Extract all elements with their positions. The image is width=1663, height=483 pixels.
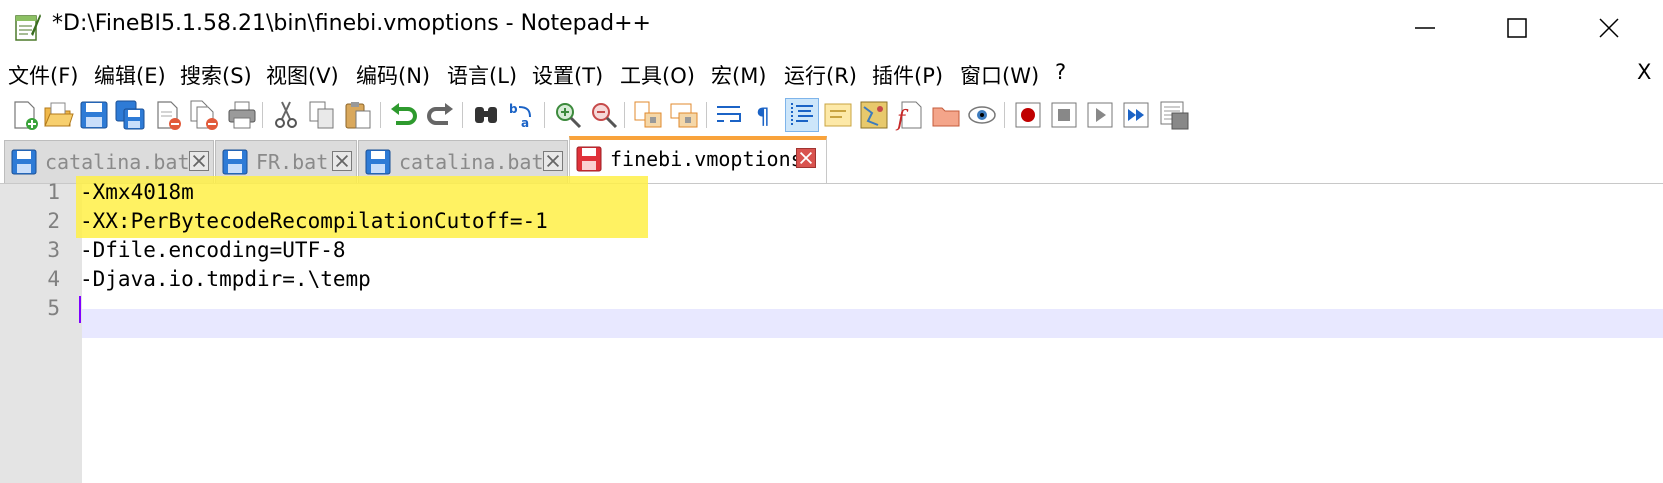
toolbar-separator: [624, 102, 625, 128]
tab-close-icon[interactable]: [332, 151, 352, 171]
code-line[interactable]: -Djava.io.tmpdir=.\temp: [80, 267, 371, 291]
code-line[interactable]: -Dfile.encoding=UTF-8: [80, 238, 346, 262]
close-document-button[interactable]: X: [1637, 60, 1651, 84]
indent-guide-icon[interactable]: [785, 98, 819, 132]
line-number: 5: [47, 296, 60, 320]
saved-document-icon: [222, 149, 248, 175]
sync-vertical-icon[interactable]: [632, 99, 664, 131]
saved-document-icon: [365, 149, 391, 175]
record-macro-icon[interactable]: [1012, 99, 1044, 131]
minimize-button[interactable]: [1379, 0, 1471, 56]
unsaved-document-icon: [576, 146, 602, 172]
close-window-button[interactable]: [1563, 0, 1655, 56]
save-all-icon[interactable]: [114, 99, 146, 131]
folder-as-workspace-icon[interactable]: [930, 99, 962, 131]
maximize-icon: [1507, 18, 1527, 38]
svg-text:¶: ¶: [756, 105, 770, 130]
menu-macro[interactable]: 宏(M): [711, 60, 767, 90]
word-wrap-icon[interactable]: [714, 99, 746, 131]
tab-label: catalina.bat: [399, 150, 544, 174]
menu-plugins[interactable]: 插件(P): [872, 60, 943, 90]
current-line-highlight: [82, 309, 1663, 338]
show-all-characters-icon[interactable]: ¶: [750, 99, 782, 131]
menu-view[interactable]: 视图(V): [266, 60, 339, 90]
tab-label: catalina.bat: [45, 150, 190, 174]
menu-bar: 文件(F) 编辑(E) 搜索(S) 视图(V) 编码(N) 语言(L) 设置(T…: [0, 56, 1663, 94]
menu-tools[interactable]: 工具(O): [620, 60, 695, 90]
maximize-button[interactable]: [1471, 0, 1563, 56]
svg-text:a: a: [521, 116, 529, 130]
minimize-icon: [1415, 27, 1435, 29]
toolbar-separator: [380, 102, 381, 128]
open-file-icon[interactable]: [42, 99, 74, 131]
print-icon[interactable]: [226, 99, 258, 131]
zoom-in-icon[interactable]: [552, 99, 584, 131]
line-number: 1: [47, 180, 60, 204]
play-macro-icon[interactable]: [1084, 99, 1116, 131]
new-file-icon[interactable]: [8, 99, 40, 131]
menu-edit[interactable]: 编辑(E): [94, 60, 166, 90]
menu-language[interactable]: 语言(L): [447, 60, 517, 90]
toolbar: b a ¶ f: [0, 94, 1663, 136]
copy-icon[interactable]: [306, 99, 338, 131]
sync-horizontal-icon[interactable]: [668, 99, 700, 131]
tab-label: finebi.vmoptions: [610, 147, 803, 171]
replace-icon[interactable]: b a: [506, 99, 538, 131]
menu-settings[interactable]: 设置(T): [532, 60, 603, 90]
function-list-icon[interactable]: f: [894, 99, 926, 131]
menu-run[interactable]: 运行(R): [784, 60, 857, 90]
find-icon[interactable]: [470, 99, 502, 131]
tab-label: FR.bat: [256, 150, 329, 174]
tab-close-icon[interactable]: [543, 151, 563, 171]
run-macro-multiple-icon[interactable]: [1120, 99, 1152, 131]
text-caret: [79, 296, 81, 323]
menu-search[interactable]: 搜索(S): [180, 60, 252, 90]
save-icon[interactable]: [78, 99, 110, 131]
line-number: 3: [47, 238, 60, 262]
editor-area[interactable]: 1 2 3 4 5 -Xmx4018m -XX:PerBytecodeRecom…: [0, 176, 1663, 483]
menu-file[interactable]: 文件(F): [8, 60, 78, 90]
menu-help[interactable]: ?: [1055, 60, 1066, 84]
document-map-icon[interactable]: [858, 99, 890, 131]
tab-close-icon[interactable]: [189, 151, 209, 171]
toolbar-separator: [1004, 102, 1005, 128]
menu-encoding[interactable]: 编码(N): [356, 60, 430, 90]
window-title: *D:\FineBI5.1.58.21\bin\finebi.vmoptions…: [52, 11, 651, 36]
paste-icon[interactable]: [342, 99, 374, 131]
undo-icon[interactable]: [388, 99, 420, 131]
toolbar-separator: [706, 102, 707, 128]
close-icon: [1599, 18, 1619, 38]
notepad-plus-plus-icon: [15, 14, 41, 41]
tab-close-icon[interactable]: [796, 148, 816, 168]
code-line[interactable]: -Xmx4018m: [80, 180, 194, 204]
line-number: 2: [47, 209, 60, 233]
svg-text:b: b: [509, 102, 518, 116]
code-line[interactable]: -XX:PerBytecodeRecompilationCutoff=-1: [80, 209, 548, 233]
close-all-icon[interactable]: [188, 99, 220, 131]
monitoring-icon[interactable]: [966, 99, 998, 131]
title-bar: *D:\FineBI5.1.58.21\bin\finebi.vmoptions…: [0, 0, 1663, 56]
redo-icon[interactable]: [424, 99, 456, 131]
close-icon[interactable]: [152, 99, 184, 131]
line-number: 4: [47, 267, 60, 291]
saved-document-icon: [11, 149, 37, 175]
language-udl-icon[interactable]: [822, 99, 854, 131]
toolbar-separator: [262, 102, 263, 128]
toolbar-separator: [544, 102, 545, 128]
zoom-out-icon[interactable]: [588, 99, 620, 131]
stop-recording-icon[interactable]: [1048, 99, 1080, 131]
toolbar-separator: [462, 102, 463, 128]
menu-window[interactable]: 窗口(W): [960, 60, 1039, 90]
save-macro-icon[interactable]: [1158, 99, 1190, 131]
cut-icon[interactable]: [270, 99, 302, 131]
notepad-plus-plus-window: *D:\FineBI5.1.58.21\bin\finebi.vmoptions…: [0, 0, 1663, 483]
